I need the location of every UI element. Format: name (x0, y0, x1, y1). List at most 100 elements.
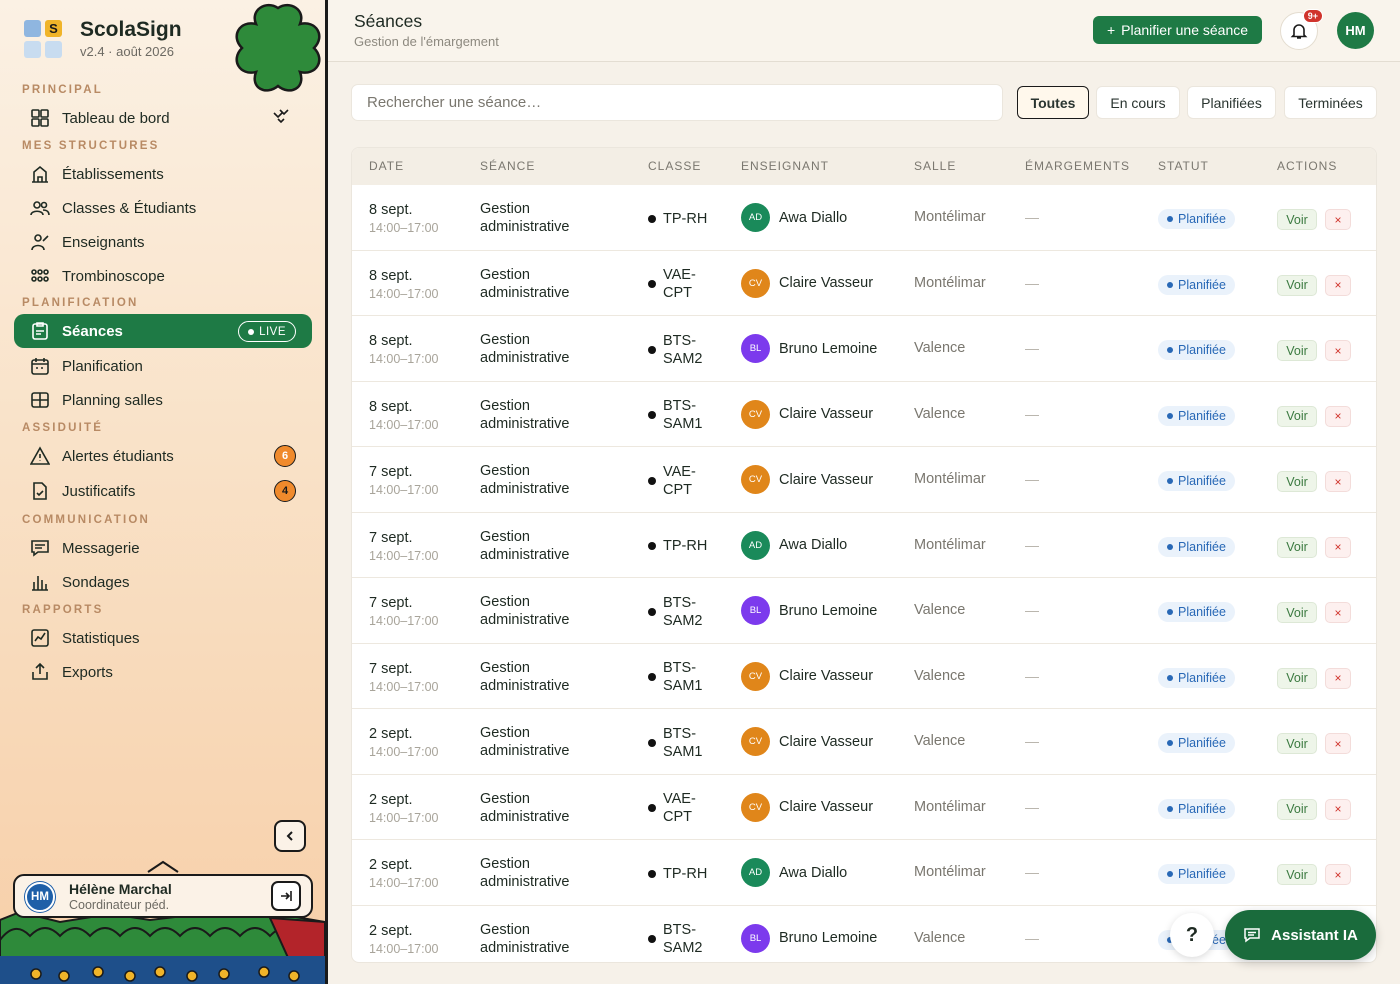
ai-assistant-button[interactable]: Assistant IA (1225, 910, 1376, 960)
class-bullet-icon (648, 869, 656, 878)
filter-planned[interactable]: Planifiées (1187, 86, 1276, 119)
class-bullet-icon (648, 345, 656, 354)
table-row[interactable]: 2 sept. 14:00–17:00 Gestion administrative… (352, 906, 1376, 963)
sidebar-item-justificatifs[interactable]: Justificatifs 4 (14, 474, 312, 508)
status-dot-icon (1167, 478, 1173, 484)
view-button[interactable]: Voir (1277, 733, 1317, 754)
session-room: Montélimar (914, 864, 986, 880)
col-seance[interactable]: SÉANCE (480, 159, 535, 173)
view-button[interactable]: Voir (1277, 602, 1317, 623)
sidebar-item-statistiques[interactable]: Statistiques (14, 621, 312, 655)
table-row[interactable]: 7 sept. 14:00–17:00 Gestion administrative… (352, 513, 1376, 578)
table-row[interactable]: 7 sept. 14:00–17:00 Gestion administrative… (352, 644, 1376, 709)
col-statut[interactable]: STATUT (1158, 159, 1209, 173)
session-teacher: AD Awa Diallo (741, 530, 847, 560)
delete-button[interactable]: × (1325, 405, 1351, 427)
session-teacher: CV Claire Vasseur (741, 268, 873, 298)
sidebar-item-etablissements[interactable]: Établissements (14, 157, 312, 191)
table-row[interactable]: 2 sept. 14:00–17:00 Gestion administrative… (352, 840, 1376, 906)
view-button[interactable]: Voir (1277, 274, 1317, 296)
sidebar-item-sondages[interactable]: Sondages (14, 565, 312, 599)
view-button[interactable]: Voir (1277, 209, 1317, 230)
view-button[interactable]: Voir (1277, 471, 1317, 492)
user-profile-card[interactable]: HM Hélène Marchal Coordinateur péd. (13, 874, 313, 918)
delete-button[interactable]: × (1325, 340, 1351, 361)
session-date: 8 sept. (369, 398, 413, 415)
delete-button[interactable]: × (1325, 733, 1351, 754)
chevron-down-icon[interactable] (270, 107, 292, 134)
sidebar-item-label: Alertes étudiants (62, 447, 174, 465)
session-room: Valence (914, 667, 966, 684)
view-button[interactable]: Voir (1277, 405, 1317, 427)
session-teacher: CV Claire Vasseur (741, 465, 873, 494)
clover-decoration-icon (235, 3, 321, 92)
view-button[interactable]: Voir (1277, 667, 1317, 689)
teacher-name: Awa Diallo (779, 209, 848, 226)
delete-button[interactable]: × (1325, 602, 1351, 623)
sidebar-item-classes-etudiants[interactable]: Classes & Étudiants (14, 191, 312, 225)
delete-button[interactable]: × (1325, 798, 1351, 820)
session-room: Montélimar (914, 798, 986, 815)
stats-icon (29, 627, 51, 649)
table-row[interactable]: 8 sept. 14:00–17:00 Gestion administrative… (352, 185, 1376, 251)
session-time: 14:00–17:00 (369, 876, 439, 890)
session-teacher: BL Bruno Lemoine (741, 334, 877, 363)
delete-button[interactable]: × (1325, 471, 1351, 492)
status-badge: Planifiée (1158, 667, 1235, 688)
sidebar-item-planning-salles[interactable]: Planning salles (14, 383, 312, 417)
collapse-sidebar-button[interactable] (274, 820, 306, 852)
filter-ongoing[interactable]: En cours (1096, 86, 1180, 119)
table-row[interactable]: 8 sept. 14:00–17:00 Gestion administrative… (352, 251, 1376, 316)
status-badge: Planifiée (1158, 405, 1235, 426)
table-row[interactable]: 7 sept. 14:00–17:00 Gestion administrative… (352, 447, 1376, 513)
status-label: Planifiée (1178, 474, 1226, 488)
table-row[interactable]: 7 sept. 14:00–17:00 Gestion administrative… (352, 578, 1376, 644)
logout-button[interactable] (271, 881, 301, 911)
session-title: Gestion administrative (480, 659, 570, 694)
delete-button[interactable]: × (1325, 209, 1351, 230)
col-teacher[interactable]: ENSEIGNANT (741, 159, 829, 173)
table-row[interactable]: 8 sept. 14:00–17:00 Gestion administrative… (352, 316, 1376, 382)
view-button[interactable]: Voir (1277, 536, 1317, 558)
search-input[interactable] (351, 84, 1003, 121)
col-emargements[interactable]: ÉMARGEMENTS (1025, 159, 1130, 173)
delete-button[interactable]: × (1325, 864, 1351, 885)
dashboard-icon (29, 107, 51, 129)
sidebar-item-messagerie[interactable]: Messagerie (14, 531, 312, 565)
table-row[interactable]: 2 sept. 14:00–17:00 Gestion administrative… (352, 775, 1376, 840)
sidebar-item-enseignants[interactable]: Enseignants (14, 225, 312, 259)
table-row[interactable]: 8 sept. 14:00–17:00 Gestion administrative… (352, 382, 1376, 447)
view-button[interactable]: Voir (1277, 340, 1317, 361)
notifications-button[interactable]: 9+ (1280, 9, 1323, 50)
header-avatar[interactable]: HM (1337, 12, 1374, 49)
help-button[interactable]: ? (1170, 913, 1214, 957)
session-signatures: — (1025, 667, 1039, 684)
session-time: 14:00–17:00 (369, 417, 439, 432)
col-salle[interactable]: SALLE (914, 159, 956, 173)
session-class: VAE-CPT (648, 462, 718, 499)
delete-button[interactable]: × (1325, 536, 1351, 558)
filter-finished[interactable]: Terminées (1284, 86, 1377, 119)
sidebar-item-tableau-de-bord[interactable]: Tableau de bord (14, 101, 312, 135)
col-classe[interactable]: CLASSE (648, 159, 701, 173)
sidebar-item-exports[interactable]: Exports (14, 655, 312, 689)
sidebar-item-trombinoscope[interactable]: Trombinoscope (14, 259, 312, 293)
status-dot-icon (1167, 216, 1173, 222)
plan-session-button[interactable]: + Planifier une séance (1093, 16, 1262, 44)
filter-all[interactable]: Toutes (1017, 86, 1089, 119)
col-date[interactable]: DATE (369, 159, 404, 173)
sidebar-item-planification[interactable]: Planification (14, 349, 312, 383)
building-icon (29, 163, 51, 185)
chevron-left-icon (286, 831, 293, 841)
view-button[interactable]: Voir (1277, 798, 1317, 820)
delete-button[interactable]: × (1325, 667, 1351, 689)
table-row[interactable]: 2 sept. 14:00–17:00 Gestion administrative… (352, 709, 1376, 775)
teacher-name: Claire Vasseur (779, 471, 874, 488)
session-room: Montélimar (914, 209, 986, 225)
sidebar-item-seances[interactable]: Séances LIVE (14, 314, 312, 348)
delete-button[interactable]: × (1325, 274, 1351, 296)
session-class: TP-RH (648, 200, 718, 237)
view-button[interactable]: Voir (1277, 864, 1317, 885)
class-label: VAE-CPT (663, 267, 696, 301)
sidebar-item-alertes-etudiants[interactable]: Alertes étudiants 6 (14, 439, 312, 473)
